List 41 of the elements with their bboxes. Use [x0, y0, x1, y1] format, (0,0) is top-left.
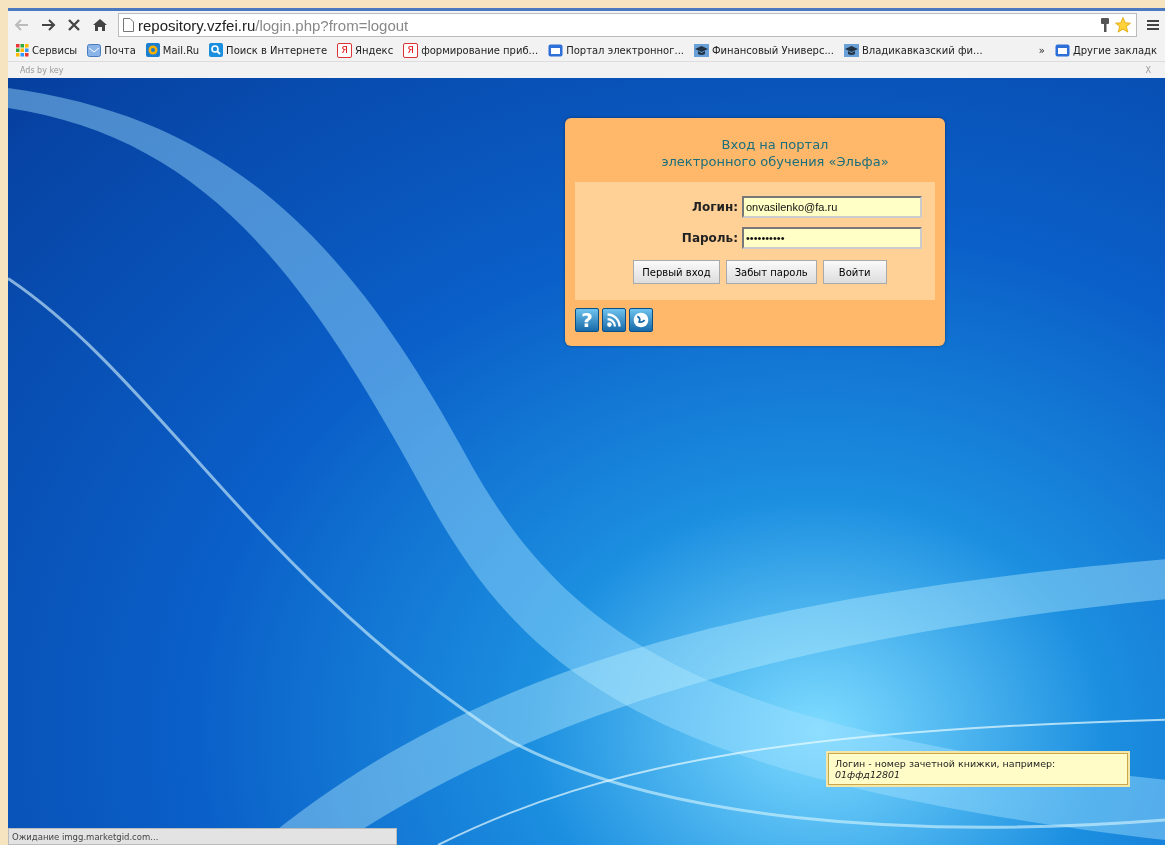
bookmark-link[interactable]: Владикавказский фи...	[839, 43, 987, 57]
address-bar[interactable]: repository.vzfei.ru/login.php?from=logout	[118, 13, 1137, 37]
tooltip-example: 01ффд12801	[835, 769, 902, 780]
form-button[interactable]: Забыт пароль	[725, 260, 817, 284]
status-bar: Ожидание imgg.marketgid.com...	[8, 828, 397, 845]
graduation-cap-icon	[694, 43, 709, 57]
input-field[interactable]: onvasilenko@fa.ru	[742, 196, 922, 218]
page-icon	[123, 18, 134, 32]
key-icon[interactable]	[1100, 17, 1110, 33]
bookmark-link[interactable]: Почта	[83, 43, 140, 57]
bookmark-link[interactable]: Поиск в Интернете	[205, 43, 332, 57]
envelope-icon	[87, 43, 102, 57]
login-title: Вход на портал электронного обучения «Эльфа»	[660, 136, 890, 170]
field-label: Пароль:	[680, 231, 738, 245]
input-field[interactable]: ••••••••••	[742, 227, 922, 249]
apps-grid-icon	[16, 43, 29, 57]
bookmark-link[interactable]: Я Яндекс	[333, 42, 398, 58]
ads-label: Ads by key	[20, 65, 64, 75]
search-icon	[209, 43, 224, 57]
graduation-cap-icon	[843, 43, 859, 57]
url-host: repository.vzfei.ru	[138, 16, 256, 34]
bookmark-link[interactable]: Другие закладк	[1050, 43, 1161, 57]
bookmark-link[interactable]: Mail.Ru	[141, 43, 204, 57]
forward-arrow-icon[interactable]	[40, 17, 56, 33]
field-label: Логин:	[691, 200, 738, 214]
bookmark-link[interactable]: Я формирование приб...	[399, 42, 543, 58]
home-icon[interactable]	[92, 17, 108, 33]
star-icon[interactable]	[1114, 16, 1132, 34]
bookmark-link[interactable]: Портал электронног...	[544, 43, 688, 57]
tooltip-text: Логин - номер зачетной книжки, например:	[835, 758, 1057, 769]
bookmark-link[interactable]: Сервисы	[12, 43, 82, 57]
more-bookmarks-button[interactable]: »	[1034, 44, 1049, 56]
rss-button[interactable]	[602, 308, 626, 332]
yandex-icon: Я	[403, 42, 419, 58]
menu-icon[interactable]	[1147, 19, 1159, 31]
bookmark-link[interactable]: Финансовый Универс...	[690, 43, 838, 57]
form-button[interactable]: Войти	[822, 260, 887, 284]
form-button[interactable]: Первый вход	[633, 260, 720, 284]
url-path: /login.php?from=logout	[255, 16, 410, 34]
close-icon[interactable]	[66, 17, 82, 33]
yandex-icon: Я	[337, 42, 353, 58]
